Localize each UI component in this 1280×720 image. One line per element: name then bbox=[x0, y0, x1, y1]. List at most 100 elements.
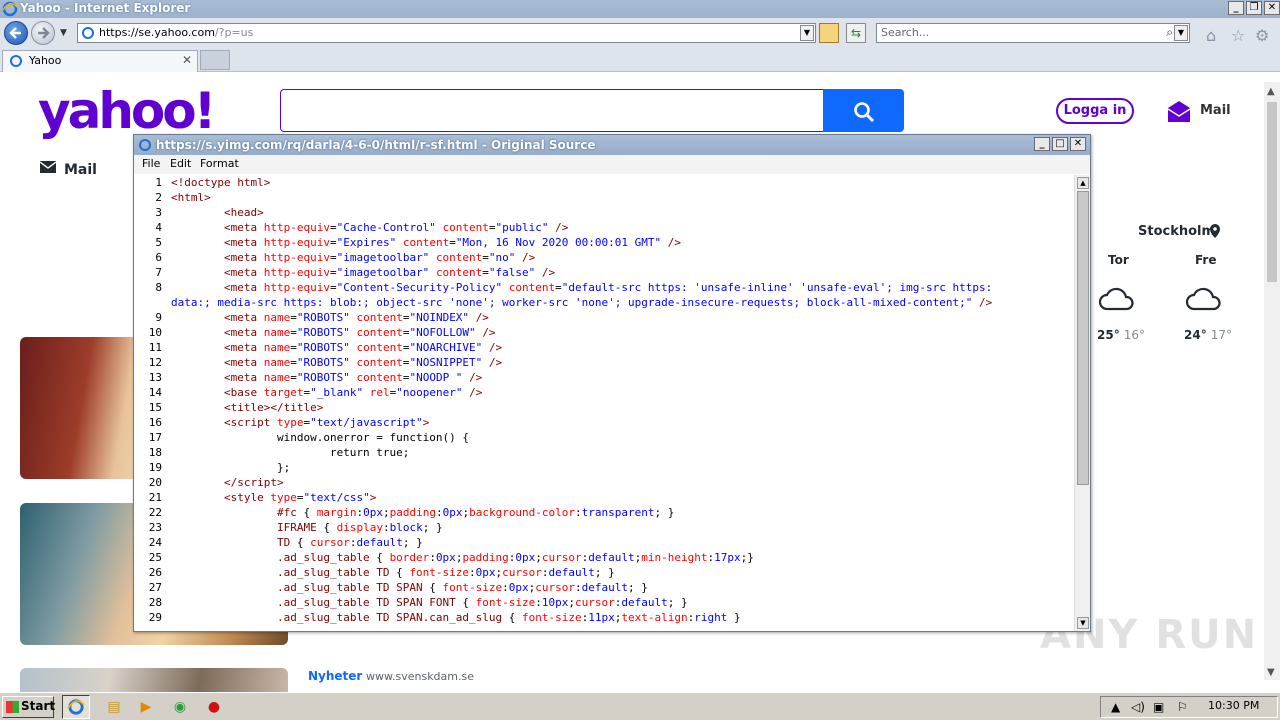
line-number: 26 bbox=[148, 566, 162, 579]
scroll-down-icon[interactable]: ▼ bbox=[1267, 667, 1275, 678]
search-icon[interactable]: ⌕ bbox=[1166, 25, 1173, 40]
menu-file[interactable]: File bbox=[142, 157, 160, 170]
code-line: <meta http-equiv="Expires" content="Mon,… bbox=[223, 236, 681, 249]
close-button[interactable]: ✕ bbox=[1070, 137, 1086, 151]
line-number: 11 bbox=[148, 341, 162, 354]
scroll-up-icon[interactable]: ▲ bbox=[1077, 177, 1089, 189]
clock: 10:30 PM bbox=[1208, 699, 1260, 712]
tab-close-icon[interactable]: ✕ bbox=[182, 53, 192, 67]
line-number: 14 bbox=[148, 386, 162, 399]
source-code-area[interactable]: 1 2 3 4 5 6 7 8 9 10 11 12 13 14 15 16 17 18 19 20 21 22 23 24 2… bbox=[134, 175, 1074, 631]
code-line: <meta http-equiv="imagetoolbar" content=… bbox=[223, 251, 536, 264]
line-number: 15 bbox=[148, 401, 162, 414]
browser-search-box[interactable]: Search... ⌕ ▼ bbox=[876, 23, 1190, 43]
code-line: .ad_slug_table TD { font-size:0px;cursor… bbox=[276, 566, 615, 579]
line-number: 20 bbox=[148, 476, 162, 489]
recent-pages-dropdown-icon[interactable]: ▼ bbox=[60, 28, 67, 38]
line-number: 29 bbox=[148, 611, 162, 624]
start-label: Start bbox=[21, 699, 56, 713]
restore-button[interactable]: ❐ bbox=[1246, 1, 1262, 15]
taskbar-ie-button[interactable] bbox=[62, 695, 90, 719]
start-button[interactable]: Start bbox=[2, 696, 56, 718]
code-line: <meta http-equiv="Content-Security-Polic… bbox=[223, 281, 993, 294]
explorer-folder-icon[interactable]: ▤ bbox=[104, 698, 124, 716]
yahoo-logo[interactable]: yahoo! bbox=[38, 82, 216, 140]
code-line: </script> bbox=[223, 476, 284, 489]
tray-expand-icon[interactable]: ▲ bbox=[1111, 700, 1120, 714]
source-scrollbar[interactable]: ▲ ▼ bbox=[1074, 175, 1090, 631]
code-line: <html> bbox=[171, 191, 211, 204]
sidebar-mail-link[interactable]: Mail bbox=[64, 162, 97, 178]
search-icon bbox=[854, 102, 875, 123]
menu-format[interactable]: Format bbox=[200, 157, 239, 170]
minimize-button[interactable]: _ bbox=[1228, 1, 1244, 15]
code-line: TD { cursor:default; } bbox=[276, 536, 423, 549]
weather-day: Tor bbox=[1108, 253, 1129, 267]
yahoo-search-input[interactable] bbox=[280, 89, 824, 132]
login-button[interactable]: Logga in bbox=[1056, 98, 1134, 124]
source-window-controls: _ □ ✕ bbox=[1034, 137, 1086, 151]
security-lock-icon[interactable] bbox=[819, 23, 839, 43]
media-player-icon[interactable]: ▶ bbox=[136, 698, 156, 716]
search-dropdown-icon[interactable]: ▼ bbox=[1174, 25, 1188, 41]
tab-yahoo[interactable]: Yahoo ✕ bbox=[2, 50, 198, 72]
line-number: 23 bbox=[148, 521, 162, 534]
scroll-down-icon[interactable]: ▼ bbox=[1077, 617, 1089, 629]
maximize-button[interactable]: □ bbox=[1052, 137, 1068, 151]
address-dropdown-icon[interactable]: ▼ bbox=[800, 25, 814, 41]
menu-edit[interactable]: Edit bbox=[170, 157, 191, 170]
network-icon[interactable]: ▣ bbox=[1153, 700, 1164, 714]
tab-favicon-icon bbox=[10, 55, 22, 67]
line-number: 10 bbox=[148, 326, 162, 339]
volume-icon[interactable]: ◁) bbox=[1131, 700, 1145, 714]
weather-city[interactable]: Stockholm bbox=[1138, 224, 1215, 239]
address-bar[interactable]: https://se.yahoo.com/?p=us ▼ bbox=[77, 23, 816, 43]
line-number: 2 bbox=[155, 191, 162, 204]
code-line: <meta http-equiv="Cache-Control" content… bbox=[223, 221, 569, 234]
line-number: 24 bbox=[148, 536, 162, 549]
code-line: <meta name="ROBOTS" content="NOODP " /> bbox=[223, 371, 483, 384]
code-line: window.onerror = function() { bbox=[171, 431, 470, 444]
line-number: 25 bbox=[148, 551, 162, 564]
scroll-up-icon[interactable]: ▲ bbox=[1267, 86, 1275, 97]
browser-title-bar: Yahoo - Internet Explorer _ ❐ ✕ bbox=[0, 0, 1280, 18]
page-favicon-icon bbox=[82, 27, 94, 39]
taskbar: Start ▤ ▶ ◉ ● ▲ ◁) ▣ ⚐ 10:30 PM bbox=[0, 692, 1280, 720]
new-tab-button[interactable] bbox=[200, 50, 230, 70]
home-icon[interactable]: ⌂ bbox=[1206, 26, 1216, 45]
code-line: <style type="text/css"> bbox=[223, 491, 377, 504]
minimize-button[interactable]: _ bbox=[1034, 137, 1050, 151]
forward-button[interactable] bbox=[31, 21, 55, 45]
ie-logo-icon bbox=[2, 1, 18, 17]
mail-icon[interactable] bbox=[1166, 100, 1192, 124]
ie-logo-icon bbox=[67, 699, 85, 715]
line-number: 4 bbox=[155, 221, 162, 234]
source-viewer-title-bar: https://s.yimg.com/rq/darla/4-6-0/html/r… bbox=[134, 135, 1090, 155]
line-number: 5 bbox=[155, 236, 162, 249]
search-placeholder: Search... bbox=[881, 26, 930, 39]
code-line: <meta name="ROBOTS" content="NOSNIPPET" … bbox=[223, 356, 503, 369]
line-number: 27 bbox=[148, 581, 162, 594]
window-controls: _ ❐ ✕ bbox=[1228, 1, 1280, 15]
favorites-star-icon[interactable]: ☆ bbox=[1231, 26, 1245, 45]
ie-logo-icon bbox=[139, 139, 151, 151]
code-line: <!doctype html> bbox=[171, 176, 271, 189]
yahoo-search-button[interactable] bbox=[823, 89, 904, 132]
code-line: }; bbox=[171, 461, 291, 474]
action-center-flag-icon[interactable]: ⚐ bbox=[1177, 700, 1188, 714]
page-scrollbar[interactable]: ▲ ▼ bbox=[1264, 82, 1280, 680]
code-line: #fc { margin:0px;padding:0px;background-… bbox=[276, 506, 675, 519]
antivirus-icon[interactable]: ● bbox=[204, 698, 224, 716]
close-button[interactable]: ✕ bbox=[1264, 1, 1280, 15]
line-number: 8 bbox=[155, 281, 162, 294]
location-pin-icon[interactable] bbox=[1208, 223, 1222, 239]
scrollbar-thumb[interactable] bbox=[1267, 102, 1277, 282]
compatibility-refresh-icon[interactable]: ⇆ bbox=[846, 23, 866, 43]
back-button[interactable] bbox=[4, 21, 28, 45]
news-category[interactable]: Nyheter bbox=[308, 669, 362, 683]
code-line: .ad_slug_table TD SPAN FONT { font-size:… bbox=[276, 596, 688, 609]
scrollbar-thumb[interactable] bbox=[1077, 191, 1089, 485]
tools-gear-icon[interactable]: ⚙ bbox=[1255, 26, 1269, 45]
chrome-icon[interactable]: ◉ bbox=[170, 698, 190, 716]
mail-link[interactable]: Mail bbox=[1200, 103, 1231, 118]
